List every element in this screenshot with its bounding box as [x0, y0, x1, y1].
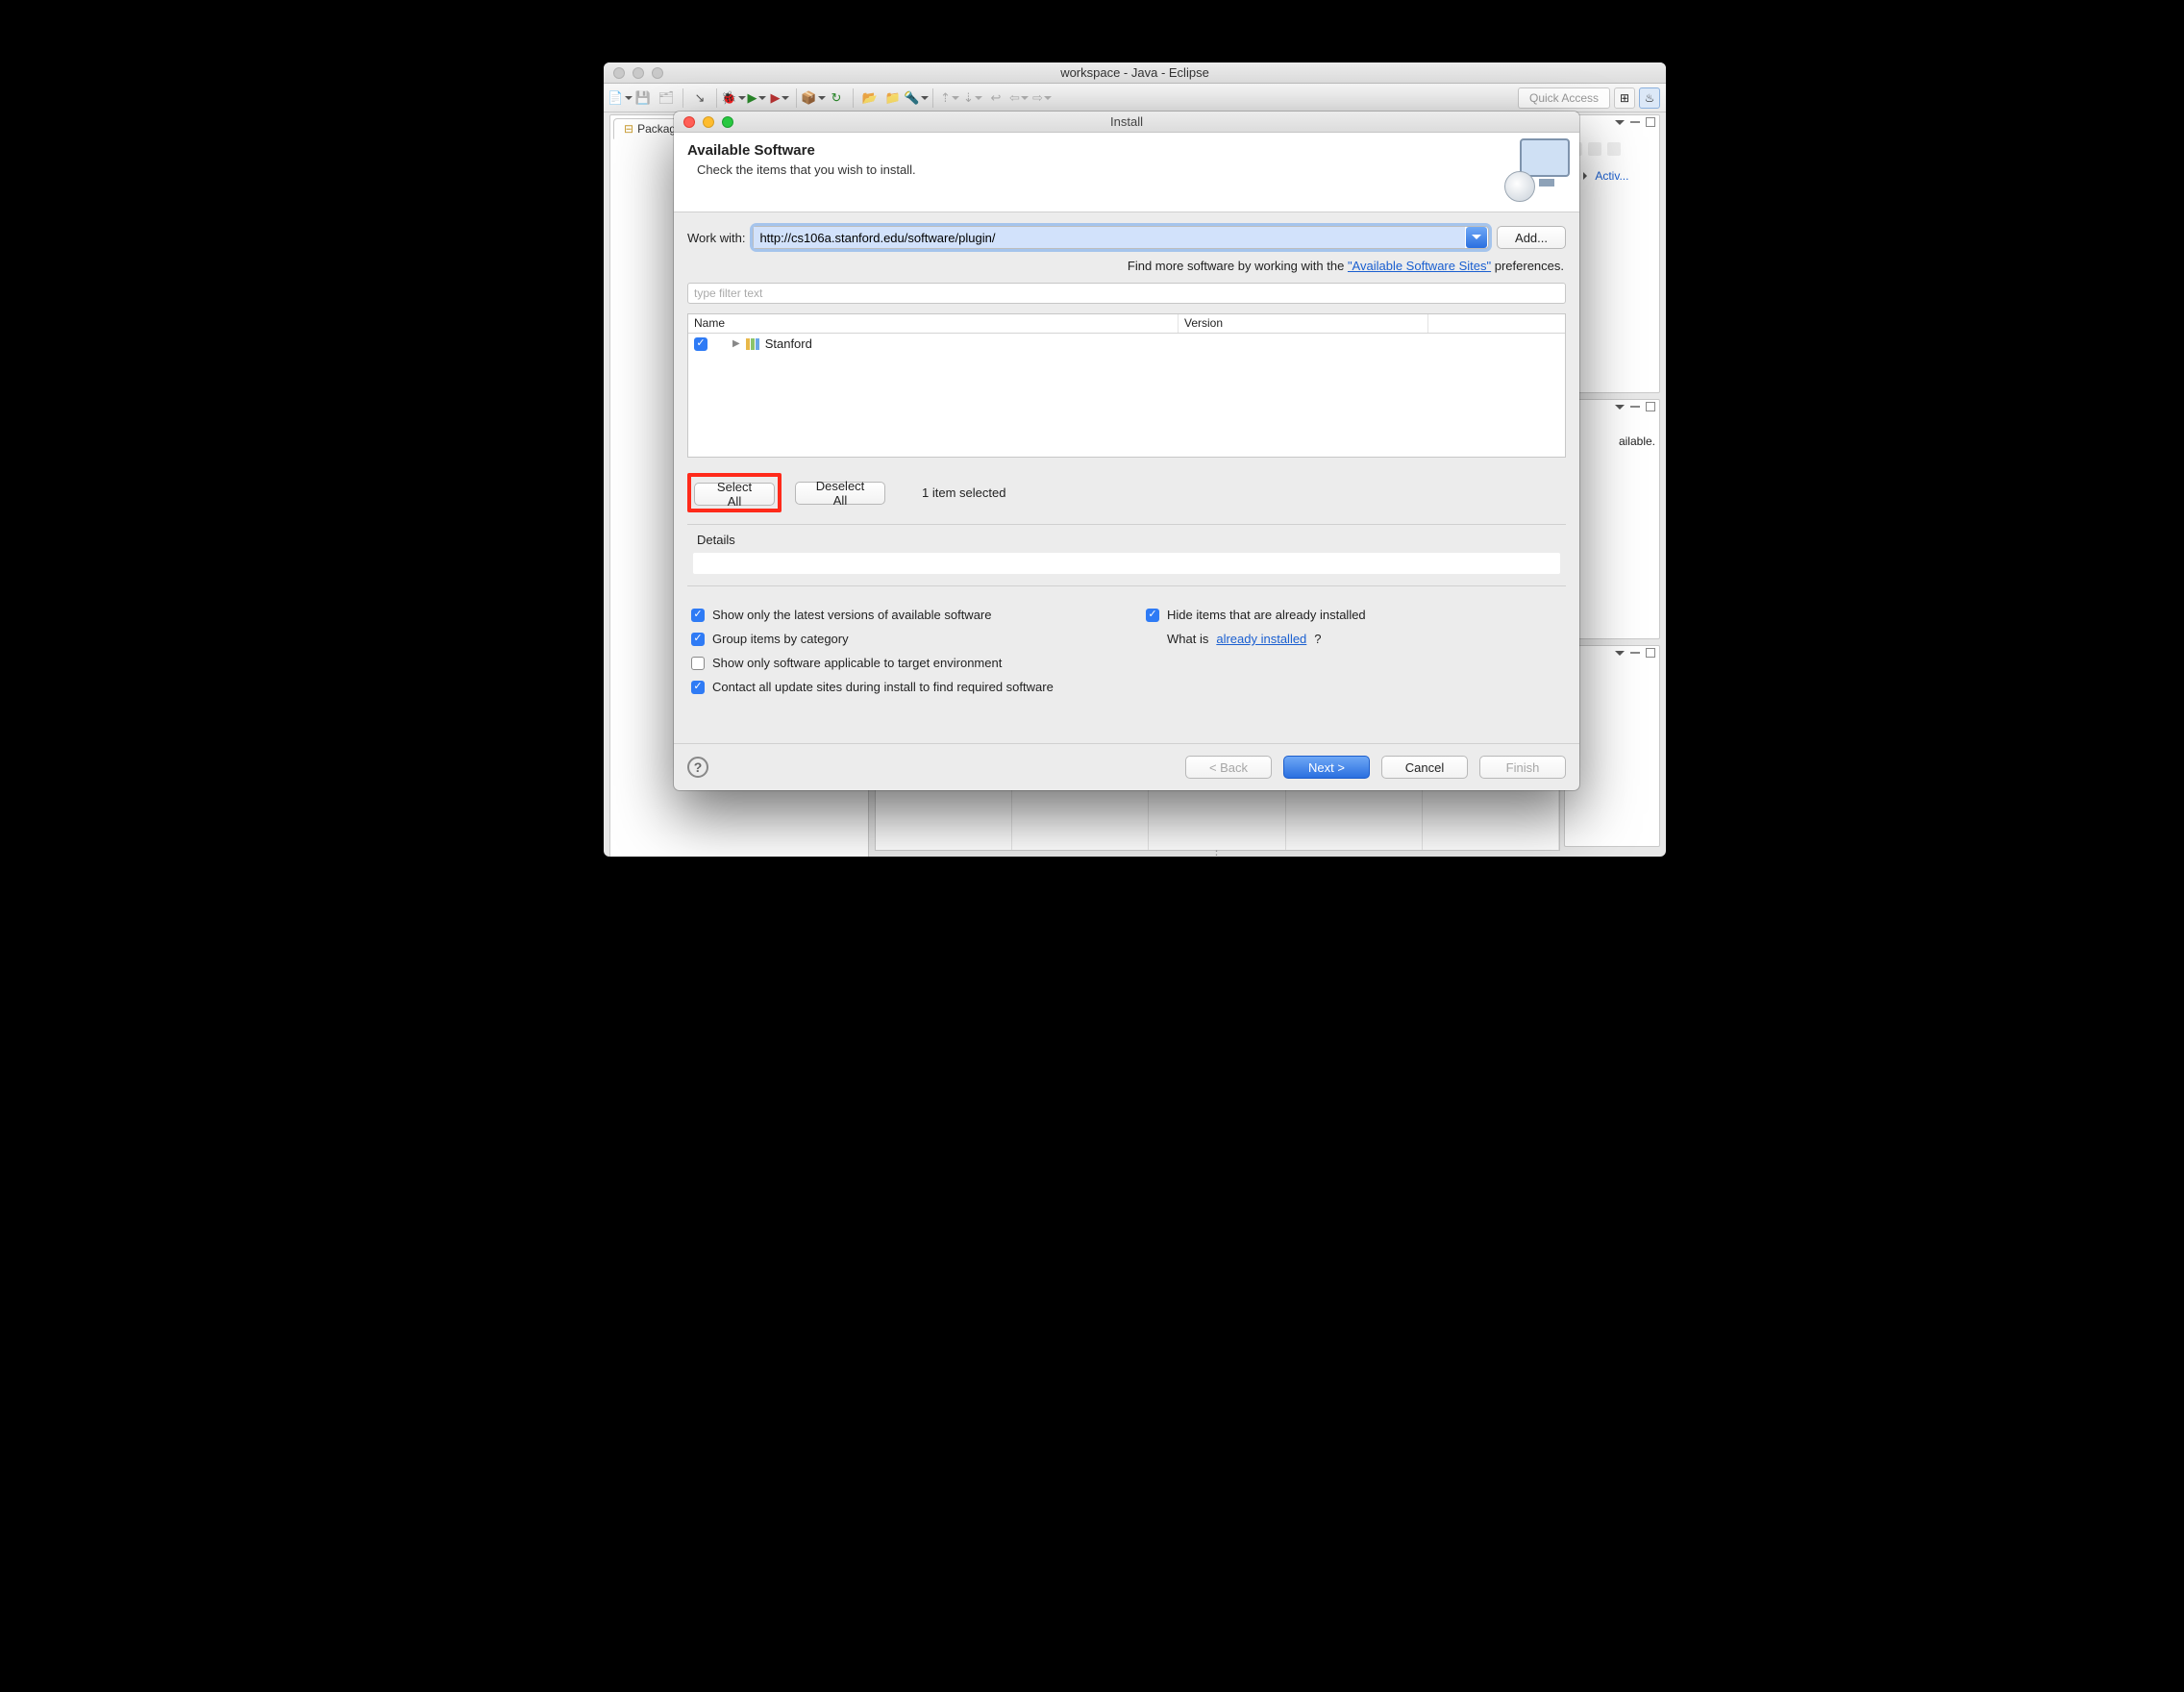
select-all-button[interactable]: Select All	[694, 483, 775, 506]
add-site-button[interactable]: Add...	[1497, 226, 1566, 249]
details-text	[693, 553, 1560, 574]
selection-buttons-row: Select All Deselect All 1 item selected	[687, 467, 1566, 514]
available-sites-link[interactable]: "Available Software Sites"	[1348, 259, 1491, 273]
package-icon: ⊟	[624, 122, 633, 136]
view-menu-icon[interactable]	[1615, 402, 1625, 415]
details-section: Details	[687, 524, 1566, 586]
details-label: Details	[687, 533, 1566, 547]
view-menu-icon[interactable]	[1615, 117, 1625, 131]
new-wizard-button[interactable]: 📄	[609, 87, 631, 109]
maximize-view-icon[interactable]	[1646, 402, 1655, 411]
sash-handle-icon[interactable]: ⋮	[1211, 848, 1225, 857]
opt-env-checkbox[interactable]	[691, 657, 705, 670]
focus-icon[interactable]	[1607, 142, 1621, 156]
opt-group[interactable]: Group items by category	[691, 632, 1107, 646]
maximize-view-icon[interactable]	[1646, 117, 1655, 127]
column-name[interactable]: Name	[688, 314, 1179, 333]
open-perspective-button[interactable]: ⊞	[1614, 87, 1635, 109]
opt-contact[interactable]: Contact all update sites during install …	[691, 680, 1562, 694]
categorize-icon[interactable]	[1588, 142, 1601, 156]
refresh-button[interactable]: ↻	[826, 87, 847, 109]
opt-latest-checkbox[interactable]	[691, 609, 705, 622]
eclipse-titlebar: workspace - Java - Eclipse	[604, 62, 1666, 84]
install-dialog-titlebar: Install	[674, 112, 1579, 133]
sites-hint: Find more software by working with the "…	[687, 259, 1566, 273]
minimize-view-icon[interactable]	[1630, 406, 1640, 408]
chevron-right-icon	[1583, 169, 1591, 183]
eclipse-toolbar: 📄 💾 🗂 ↘︎ 🐞 ▶ ▶ 📦 ↻ 📂 📁 🔦 ⇡ ⇣ ↩ ⇦ ⇨ Quick…	[604, 84, 1666, 112]
quick-access-field[interactable]: Quick Access	[1518, 87, 1610, 109]
forward-history-button[interactable]: ⇨	[1031, 87, 1053, 109]
software-tree-header: Name Version	[688, 314, 1565, 334]
prev-annotation-button[interactable]: ⇡	[939, 87, 960, 109]
already-installed-link[interactable]: already installed	[1216, 632, 1306, 646]
opt-env[interactable]: Show only software applicable to target …	[691, 656, 1107, 670]
install-dialog-title: Install	[674, 114, 1579, 129]
back-history-button[interactable]: ⇦	[1008, 87, 1030, 109]
opt-whatis: What is already installed?	[1146, 632, 1562, 646]
outline-empty-text: ailable.	[1619, 435, 1655, 448]
run-button[interactable]: ▶	[746, 87, 767, 109]
last-edit-button[interactable]: ↩	[985, 87, 1006, 109]
work-with-input[interactable]	[754, 227, 1465, 248]
work-with-combo[interactable]	[753, 226, 1489, 249]
java-perspective-button[interactable]: ♨	[1639, 87, 1660, 109]
save-all-button[interactable]: 🗂	[656, 87, 677, 109]
finish-button[interactable]: Finish	[1479, 756, 1566, 779]
highlight-annotation: Select All	[687, 473, 782, 512]
install-options: Show only the latest versions of availab…	[687, 596, 1566, 698]
filter-placeholder: type filter text	[694, 286, 762, 300]
maximize-view-icon[interactable]	[1646, 648, 1655, 658]
minimize-view-icon[interactable]	[1630, 121, 1640, 123]
help-button[interactable]: ?	[687, 757, 708, 778]
view-menu-icon[interactable]	[1615, 648, 1625, 661]
software-tree[interactable]: Name Version ▶ Stanford	[687, 313, 1566, 458]
skip-breakpoints-button[interactable]: ↘︎	[689, 87, 710, 109]
opt-hide-checkbox[interactable]	[1146, 609, 1159, 622]
debug-button[interactable]: 🐞	[723, 87, 744, 109]
cancel-button[interactable]: Cancel	[1381, 756, 1468, 779]
eclipse-window-title: workspace - Java - Eclipse	[604, 65, 1666, 80]
breadcrumb-activate[interactable]: Activ...	[1595, 169, 1628, 183]
category-icon	[746, 338, 759, 350]
minimize-view-icon[interactable]	[1630, 652, 1640, 654]
next-annotation-button[interactable]: ⇣	[962, 87, 983, 109]
stanford-checkbox[interactable]	[694, 337, 707, 351]
disclosure-triangle-icon[interactable]: ▶	[732, 338, 740, 349]
install-dialog-footer: ? < Back Next > Cancel Finish	[674, 743, 1579, 790]
opt-latest[interactable]: Show only the latest versions of availab…	[691, 608, 1107, 622]
save-button[interactable]: 💾	[633, 87, 654, 109]
deselect-all-button[interactable]: Deselect All	[795, 482, 885, 505]
back-button[interactable]: < Back	[1185, 756, 1272, 779]
stanford-label: Stanford	[765, 336, 812, 351]
available-software-subheading: Check the items that you wish to install…	[697, 162, 916, 177]
external-tools-button[interactable]: ▶	[769, 87, 790, 109]
selection-status: 1 item selected	[922, 485, 1005, 500]
chevron-down-icon[interactable]	[1466, 227, 1487, 248]
tree-row-stanford[interactable]: ▶ Stanford	[688, 334, 1565, 354]
work-with-label: Work with:	[687, 231, 745, 245]
opt-group-checkbox[interactable]	[691, 633, 705, 646]
available-software-heading: Available Software	[687, 142, 916, 159]
install-dialog: Install Available Software Check the ite…	[674, 112, 1579, 790]
opt-contact-checkbox[interactable]	[691, 681, 705, 694]
install-wizard-icon	[1510, 138, 1570, 198]
open-type-button[interactable]: 📂	[859, 87, 881, 109]
opt-hide[interactable]: Hide items that are already installed	[1146, 608, 1562, 622]
new-java-package-button[interactable]: 📦	[803, 87, 824, 109]
filter-input[interactable]: type filter text	[687, 283, 1566, 304]
package-explorer-label: Packag	[637, 122, 676, 136]
next-button[interactable]: Next >	[1283, 756, 1370, 779]
column-version[interactable]: Version	[1179, 314, 1428, 333]
search-button[interactable]: 🔦	[906, 87, 927, 109]
open-task-button[interactable]: 📁	[882, 87, 904, 109]
install-dialog-header: Available Software Check the items that …	[674, 133, 1579, 212]
